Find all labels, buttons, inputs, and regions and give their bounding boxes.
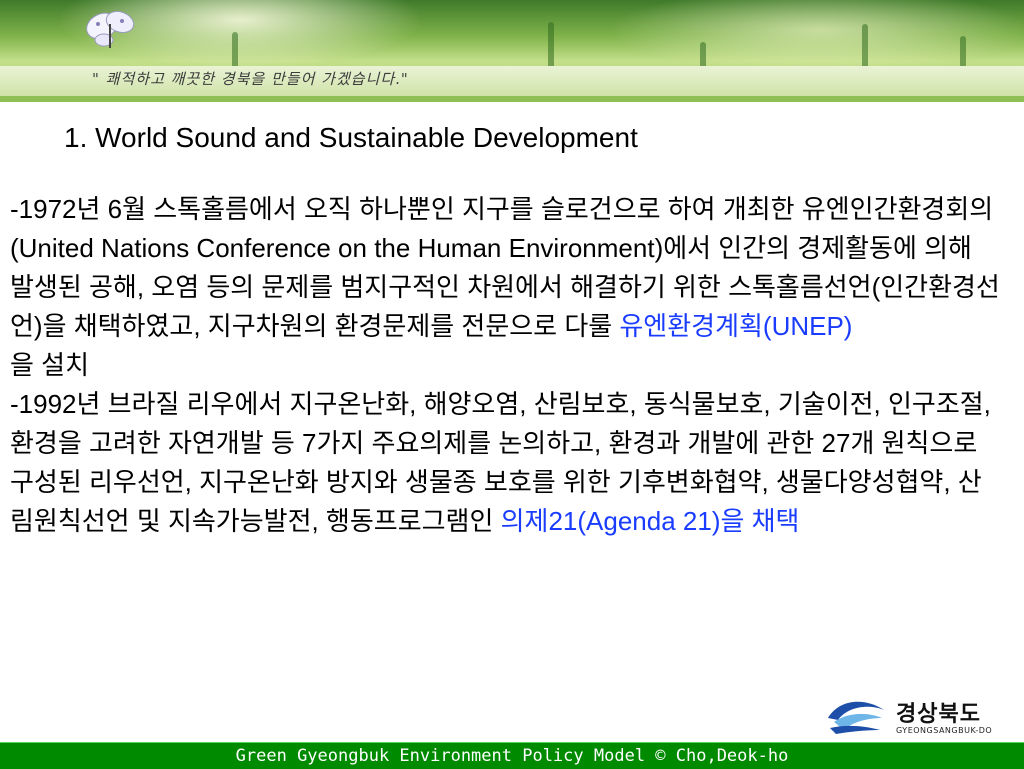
header-slogan: " 쾌적하고 깨끗한 경북을 만들어 가겠습니다." — [92, 70, 409, 88]
slide-heading: 1. World Sound and Sustainable Developme… — [64, 122, 638, 153]
paragraph-1992: -1992년 브라질 리우에서 지구온난화, 해양오염, 산림보호, 동식물보호… — [10, 385, 1000, 541]
banner-divider — [0, 96, 1024, 102]
highlight-unep: 유엔환경계획(UNEP) — [619, 311, 853, 341]
slide-body: -1972년 6월 스톡홀름에서 오직 하나뿐인 지구를 슬로건으로 하여 개최… — [10, 190, 1000, 541]
header-banner: " 쾌적하고 깨끗한 경북을 만들어 가겠습니다." — [0, 0, 1024, 102]
butterfly-icon — [86, 10, 135, 48]
logo-title: 경상북도 — [896, 702, 981, 727]
banner-glow — [0, 0, 1024, 70]
gyeongbuk-emblem-icon — [828, 701, 884, 734]
paragraph-1972: -1972년 6월 스톡홀름에서 오직 하나뿐인 지구를 슬로건으로 하여 개최… — [10, 190, 1000, 385]
logo-subtitle: GYEONGSANGBUK-DO — [896, 726, 993, 735]
footer-bar: Green Gyeongbuk Environment Policy Model… — [0, 742, 1024, 769]
footer-text: Green Gyeongbuk Environment Policy Model… — [235, 746, 789, 766]
gyeongbuk-logo: 경상북도 GYEONGSANGBUK-DO — [826, 694, 1016, 740]
highlight-agenda21: 의제21(Agenda 21)을 채택 — [500, 506, 800, 536]
paragraph-tail: 을 설치 — [10, 350, 89, 380]
